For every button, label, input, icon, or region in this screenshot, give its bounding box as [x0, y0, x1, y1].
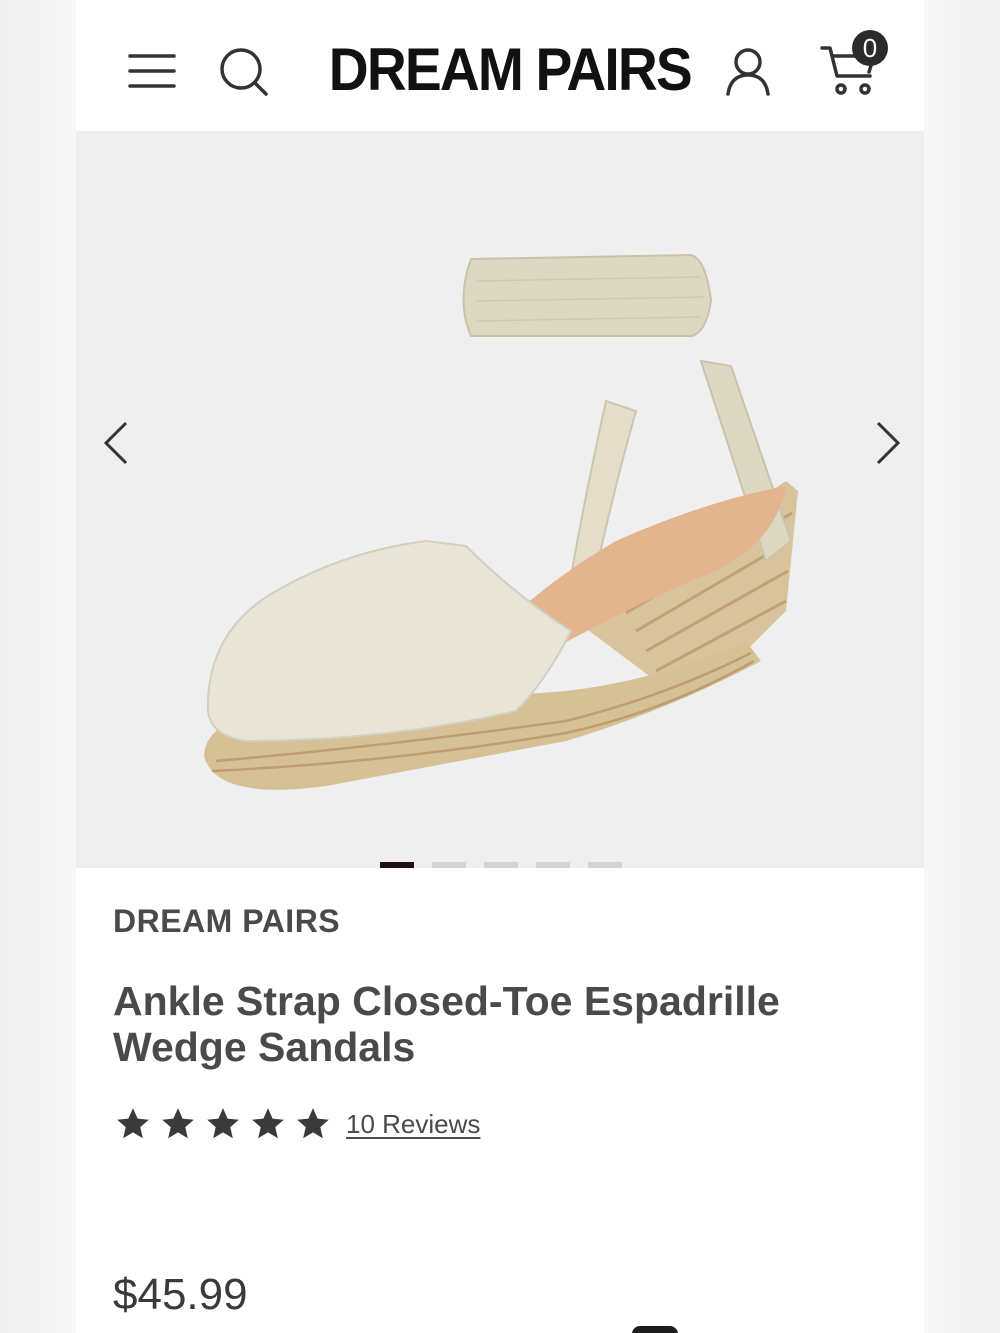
star-icon — [162, 1108, 194, 1139]
product-brand[interactable]: DREAM PAIRS — [113, 903, 340, 940]
gallery-dot[interactable] — [484, 862, 518, 868]
chevron-right-icon[interactable] — [872, 421, 908, 465]
star-icon — [297, 1108, 329, 1139]
gallery-dot[interactable] — [432, 862, 466, 868]
gallery-dot[interactable] — [588, 862, 622, 868]
hamburger-menu-icon[interactable] — [128, 50, 176, 92]
search-icon[interactable] — [218, 46, 270, 98]
page-edge-right — [924, 0, 1000, 1333]
cart-count-badge[interactable]: 0 — [852, 30, 888, 66]
product-title: Ankle Strap Closed-Toe Espadrille Wedge … — [113, 978, 780, 1070]
product-image-gallery[interactable] — [76, 131, 924, 868]
product-photo-wedge-sandal — [204, 253, 798, 790]
star-icon — [207, 1108, 239, 1139]
reviews-link[interactable]: 10 Reviews — [346, 1109, 480, 1140]
account-icon[interactable] — [724, 46, 772, 96]
brand-logo[interactable]: DREAM PAIRS — [329, 38, 693, 102]
product-price: $45.99 — [113, 1270, 248, 1319]
gallery-dot[interactable] — [380, 862, 414, 868]
gallery-dot[interactable] — [536, 862, 570, 868]
star-icon — [252, 1108, 284, 1139]
gallery-pagination — [76, 862, 924, 870]
mobile-page: DREAM PAIRS 0 DREAM PAIRS Ankle Strap Cl… — [76, 0, 924, 1333]
site-header: DREAM PAIRS 0 — [76, 0, 924, 131]
chevron-left-icon[interactable] — [96, 421, 132, 465]
product-rating[interactable]: 10 Reviews — [113, 1104, 480, 1144]
star-icon — [117, 1108, 149, 1139]
page-edge-left — [0, 0, 76, 1333]
bottom-element-peek — [632, 1326, 678, 1333]
